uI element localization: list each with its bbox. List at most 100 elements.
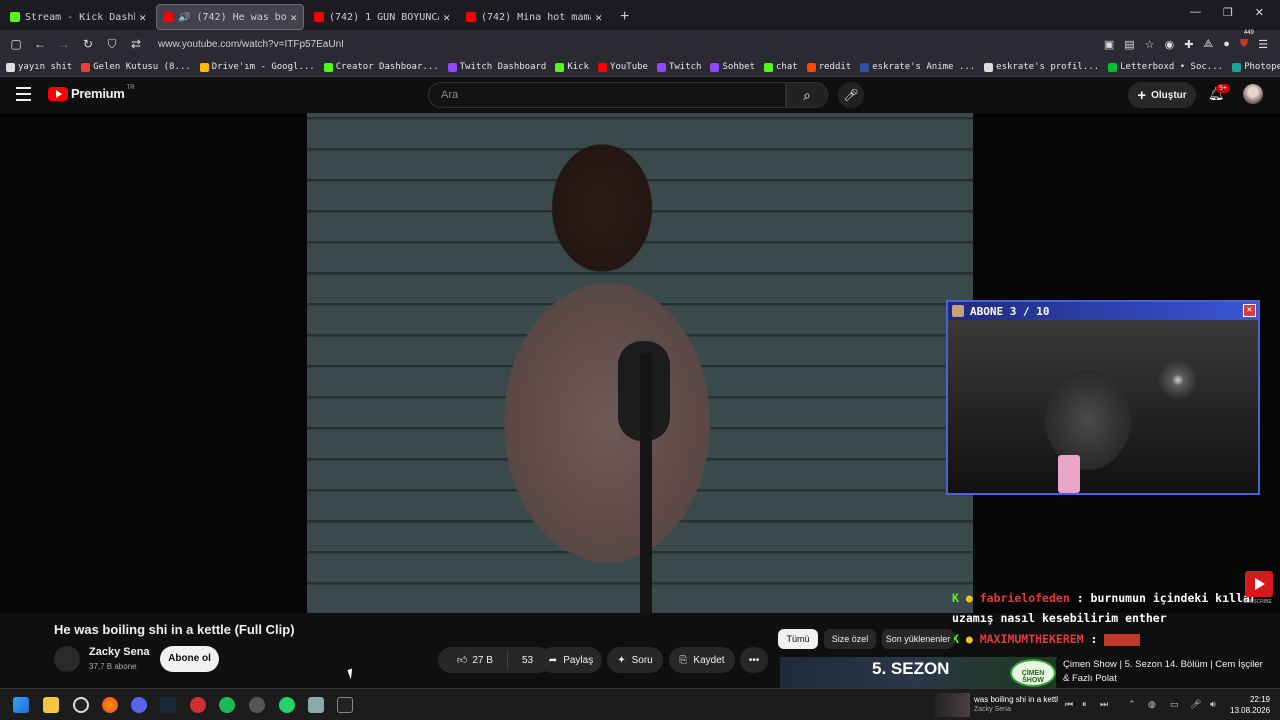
chip-all[interactable]: Tümü [778, 629, 818, 649]
vpn-icon[interactable]: ⟁ [1203, 38, 1213, 51]
shield-icon[interactable]: ⛉ [100, 37, 124, 52]
chip-recent[interactable]: Son yüklenenler [882, 629, 954, 649]
forward-icon[interactable]: → [52, 37, 76, 51]
bookmark-item[interactable]: Gelen Kutusu (8... [81, 62, 191, 72]
recommended-thumbnail[interactable]: 5. SEZON ÇİMEN SHOW [780, 657, 1056, 688]
address-bar[interactable]: www.youtube.com/watch?v=ITFp57EaUnI [158, 39, 1104, 50]
dislike-count: 53 [521, 654, 534, 666]
tray-expand-icon[interactable]: ⌃ [1128, 699, 1136, 710]
restore-icon[interactable]: ❐ [1223, 6, 1233, 19]
create-button[interactable]: + Oluştur [1128, 82, 1196, 108]
bookmark-item[interactable]: Photopea | Onlin... [1232, 62, 1280, 72]
obs-icon[interactable] [73, 697, 89, 713]
speaker-icon[interactable]: 🔊︎ [1210, 699, 1216, 710]
chat-username: MAXIMUMTHEKEREM [979, 632, 1084, 646]
ask-button[interactable]: ✦ Soru [607, 647, 663, 673]
firefox-icon[interactable] [102, 697, 118, 713]
previous-track-icon[interactable]: ⏮ [1065, 699, 1073, 710]
app-red-icon[interactable] [190, 697, 206, 713]
youtube-icon [314, 12, 324, 22]
pause-icon[interactable]: ⏸ [1082, 699, 1087, 710]
media-thumbnail [934, 693, 970, 717]
minimize-icon[interactable]: — [1190, 6, 1201, 19]
spotify-icon[interactable] [219, 697, 235, 713]
bookmark-item[interactable]: Drive'ım - Googl... [199, 62, 315, 72]
display-tray-icon[interactable]: ▭ [1170, 699, 1179, 710]
bookmark-item[interactable]: eskrate's profil... [984, 62, 1099, 72]
channel-name[interactable]: Zacky Sena [89, 646, 150, 658]
bookmark-item[interactable]: Letterboxd • Soc... [1108, 62, 1223, 72]
microphone-stand-image [640, 353, 652, 613]
bookmark-item[interactable]: yayın shit [6, 62, 72, 72]
close-tab-icon[interactable]: ✕ [290, 11, 297, 24]
ublock-icon[interactable]: ⛊ 449 [1240, 30, 1254, 51]
avatar[interactable] [1243, 84, 1263, 104]
browser-tab-youtube-3[interactable]: (742) Mina hot mamamizd ✕ [460, 4, 608, 30]
close-tab-icon[interactable]: ✕ [595, 11, 602, 24]
bookmark-favicon-icon [806, 62, 816, 72]
close-tab-icon[interactable]: ✕ [443, 11, 450, 24]
extension-icon[interactable]: ◉ [1165, 38, 1175, 51]
profile-icon[interactable]: ● [1223, 38, 1230, 51]
file-explorer-icon[interactable] [43, 697, 59, 713]
hamburger-menu-icon[interactable] [16, 87, 31, 105]
browser-tab-youtube-active[interactable]: 🔊 (742) He was boiling ✕ [156, 4, 304, 30]
bookmark-item[interactable]: Creator Dashboar... [323, 62, 439, 72]
search-button[interactable]: ⌕ [786, 82, 828, 108]
next-track-icon[interactable]: ⏭ [1100, 699, 1108, 710]
voice-search-button[interactable]: 🎤︎ [838, 82, 864, 108]
discord-icon[interactable] [131, 697, 147, 713]
bookmark-favicon-icon [323, 62, 333, 72]
bookmark-favicon-icon [81, 62, 91, 72]
epic-games-icon[interactable] [337, 697, 353, 713]
close-window-icon[interactable]: ✕ [1255, 6, 1264, 19]
share-button[interactable]: ➦ Paylaş [540, 647, 602, 673]
reload-icon[interactable]: ↻ [76, 37, 100, 51]
search-input[interactable]: Ara [428, 82, 786, 108]
share-icon: ➦ [548, 654, 558, 666]
system-clock[interactable]: 22:19 13.08.2026 [1230, 694, 1270, 716]
bookmark-item[interactable]: chat [764, 62, 798, 72]
dislike-button[interactable]: 53 [522, 655, 533, 666]
reader-icon[interactable]: ▤ [1124, 38, 1134, 51]
kick-icon: K [952, 591, 959, 605]
now-playing-title: was boiling shi in a kettl [974, 695, 1059, 704]
subscribe-button[interactable]: Abone ol [160, 646, 219, 672]
windows-start-icon[interactable] [13, 697, 29, 713]
clock-date: 13.08.2026 [1230, 706, 1271, 715]
youtube-premium-logo[interactable]: Premium TR [48, 85, 135, 101]
app-cube-icon[interactable] [308, 697, 324, 713]
microphone-icon: 🎤︎ [843, 88, 859, 102]
browser-tab-kick[interactable]: Stream - Kick Dashboard ✕ [4, 4, 152, 30]
puzzle-icon[interactable]: ✚ [1184, 38, 1193, 51]
microphone-tray-icon[interactable]: 🎤︎ [1190, 699, 1201, 710]
bookmark-item[interactable]: eskrate's Anime ... [860, 62, 975, 72]
menu-icon[interactable]: ☰ [1258, 38, 1268, 51]
screenshot-icon[interactable]: ▣ [1104, 38, 1114, 51]
steam-icon[interactable] [160, 697, 176, 713]
close-tab-icon[interactable]: ✕ [139, 11, 146, 24]
sidebar-toggle-icon[interactable]: ▢ [4, 37, 28, 51]
chrome-icon[interactable] [249, 697, 265, 713]
bookmark-item[interactable]: Sohbet [710, 62, 755, 72]
bookmark-item[interactable]: Twitch [656, 62, 701, 72]
channel-avatar[interactable] [54, 646, 80, 672]
back-icon[interactable]: ← [28, 37, 52, 51]
save-button[interactable]: ⎘ Kaydet [669, 647, 735, 673]
search-icon: ⌕ [803, 87, 811, 103]
whatsapp-icon[interactable] [279, 697, 295, 713]
browser-tab-youtube-2[interactable]: (742) 1 GÜN BOYUNCA GER ✕ [308, 4, 456, 30]
bookmark-item[interactable]: YouTube [598, 62, 648, 72]
like-button[interactable]: 👍︎ 27 B [457, 654, 493, 667]
permissions-icon[interactable]: ⇄ [124, 37, 148, 51]
bookmark-star-icon[interactable]: ☆ [1145, 38, 1155, 51]
new-tab-button[interactable]: + [620, 8, 629, 26]
chip-for-you[interactable]: Size özel [824, 629, 876, 649]
recommended-title[interactable]: Çimen Show | 5. Sezon 14. Bölüm | Cem İş… [1063, 658, 1263, 686]
bookmark-item[interactable]: reddit [806, 62, 851, 72]
tab-bar: Stream - Kick Dashboard ✕ 🔊 (742) He was… [0, 0, 1280, 30]
bookmark-item[interactable]: Kick [555, 62, 589, 72]
more-actions-button[interactable]: ••• [740, 647, 768, 673]
obs-tray-icon[interactable]: ◍ [1148, 699, 1156, 710]
bookmark-item[interactable]: Twitch Dashboard [447, 62, 546, 72]
